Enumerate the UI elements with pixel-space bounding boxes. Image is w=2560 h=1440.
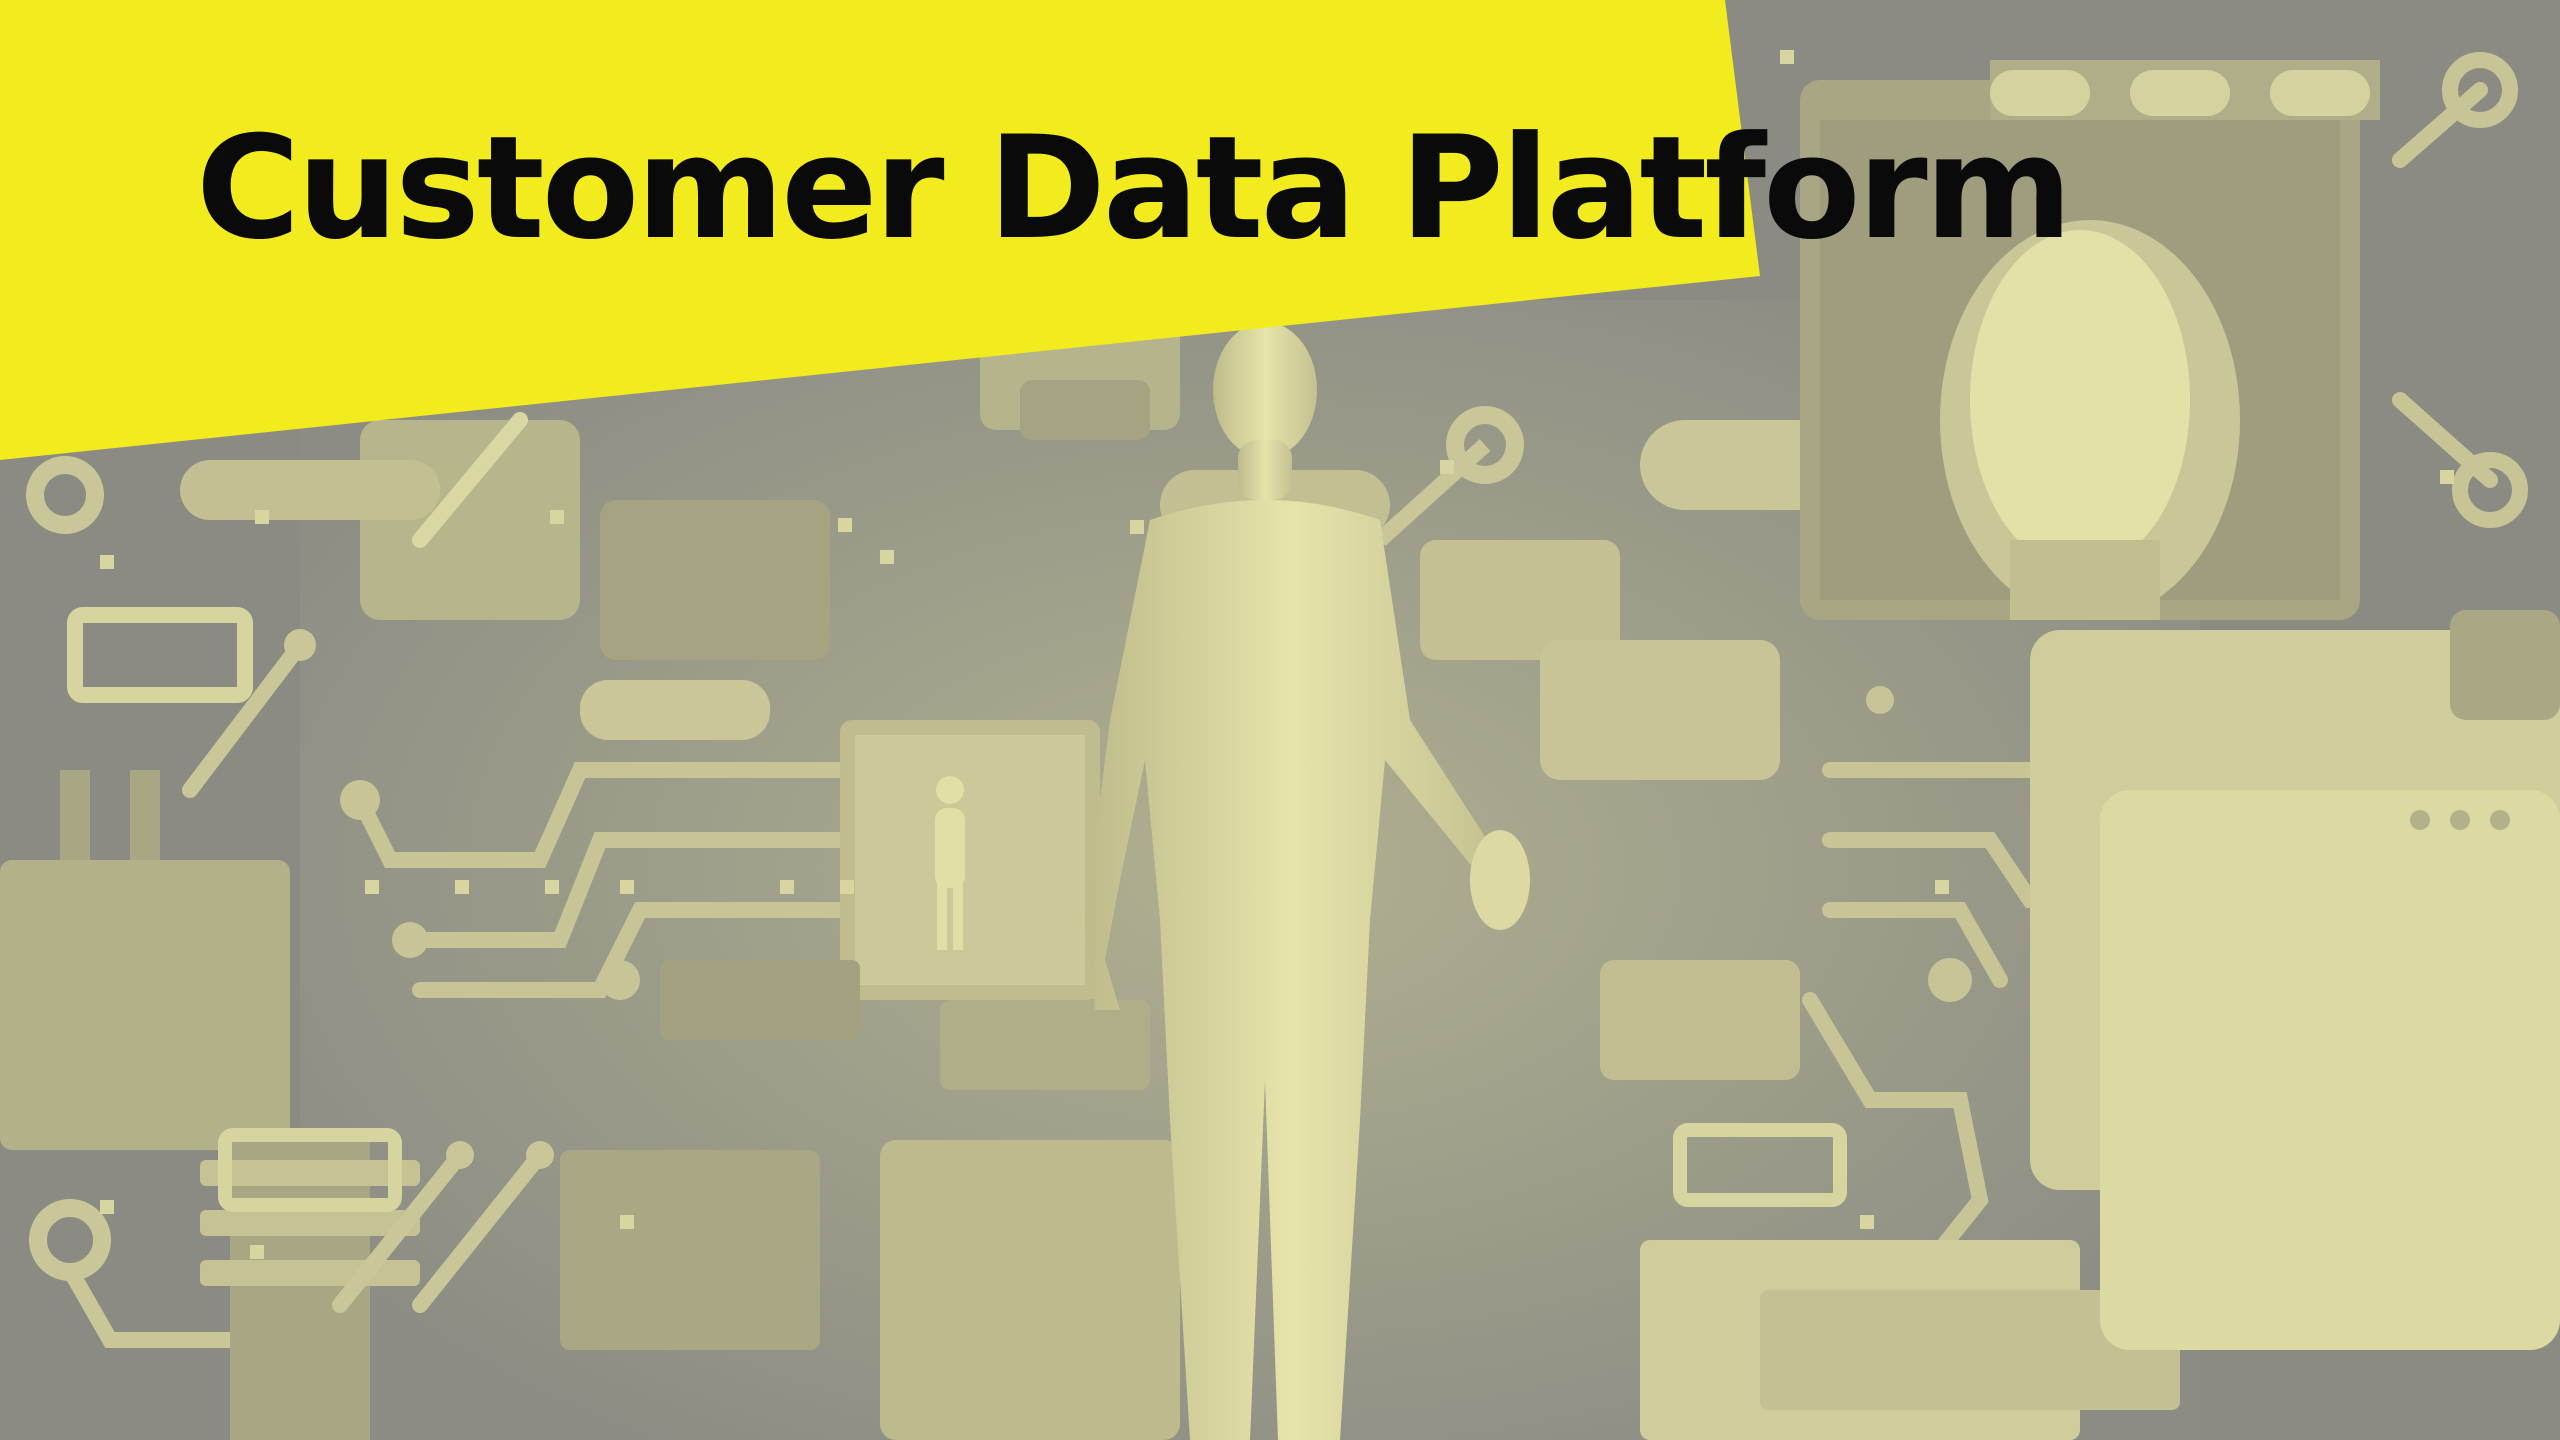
browser-window-icon: [2030, 610, 2560, 1350]
hero-banner: Customer Data Platform: [0, 0, 2560, 1440]
page-title: Customer Data Platform: [196, 106, 2073, 271]
